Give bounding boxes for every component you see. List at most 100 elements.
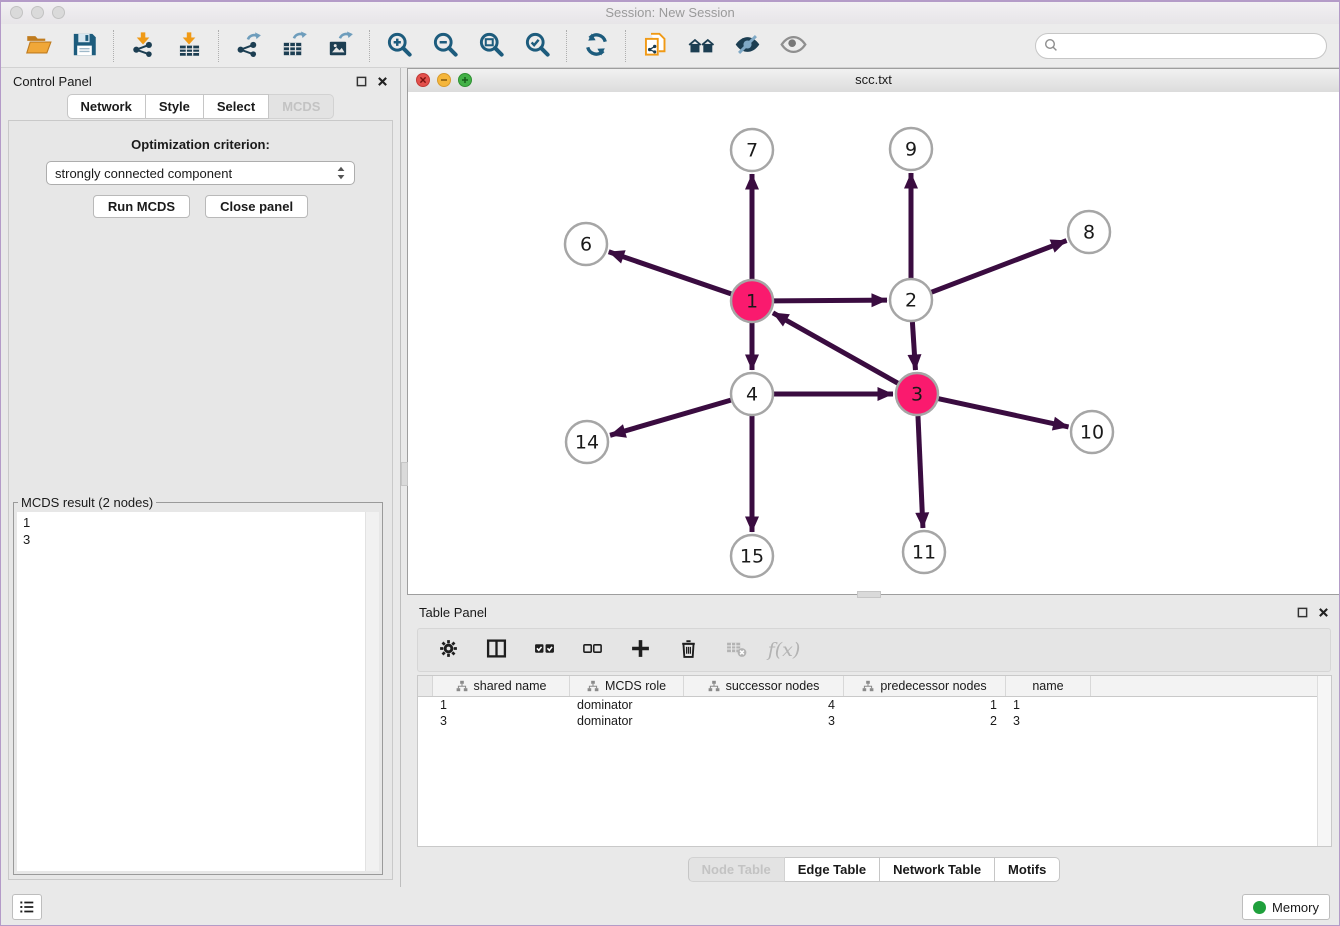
cell-name[interactable]: 1 [1005, 698, 1090, 712]
export-table-button[interactable] [279, 31, 309, 61]
column-type-icon [708, 680, 720, 692]
graph-edge-2-8[interactable] [932, 241, 1067, 293]
zoom-fit-button[interactable] [476, 31, 506, 61]
cell-mcds-role[interactable]: dominator [569, 698, 683, 712]
cell-predecessor-nodes[interactable]: 1 [843, 698, 1005, 712]
zoom-selected-button[interactable] [522, 31, 552, 61]
table-scrollbar[interactable] [1317, 676, 1331, 846]
tab-edge-table[interactable]: Edge Table [785, 857, 880, 882]
table-row[interactable]: 1dominator411 [418, 697, 1331, 713]
column-header-successor-nodes[interactable]: successor nodes [684, 676, 844, 696]
graph-node-15[interactable]: 15 [731, 535, 773, 577]
cell-shared-name[interactable]: 3 [432, 714, 569, 728]
graph-edge-1-2[interactable] [774, 300, 887, 301]
vertical-splitter-grip[interactable] [401, 462, 408, 486]
table-row[interactable]: 3dominator323 [418, 713, 1331, 729]
unselect-all-columns-button[interactable] [580, 638, 604, 662]
svg-text:2: 2 [905, 290, 917, 312]
graph-node-1[interactable]: 1 [731, 280, 773, 322]
graph-edge-2-3[interactable] [912, 322, 915, 370]
column-header-shared-name[interactable]: shared name [433, 676, 570, 696]
network-window-titlebar[interactable]: scc.txt [408, 69, 1339, 93]
graph-node-14[interactable]: 14 [566, 421, 608, 463]
graph-node-4[interactable]: 4 [731, 373, 773, 415]
close-table-panel-icon[interactable] [1318, 607, 1329, 618]
graph-node-11[interactable]: 11 [903, 531, 945, 573]
tab-motifs[interactable]: Motifs [995, 857, 1060, 882]
hide-selected-button[interactable] [732, 31, 762, 61]
graph-node-9[interactable]: 9 [890, 128, 932, 170]
cell-shared-name[interactable]: 1 [432, 698, 569, 712]
graph-node-2[interactable]: 2 [890, 279, 932, 321]
save-session-button[interactable] [69, 31, 99, 61]
horizontal-splitter-grip[interactable] [857, 591, 881, 598]
tab-select[interactable]: Select [204, 94, 269, 119]
create-column-button[interactable] [628, 638, 652, 662]
svg-text:8: 8 [1083, 222, 1095, 244]
open-session-button[interactable] [23, 31, 53, 61]
window-minimize-button[interactable] [31, 6, 44, 19]
criterion-dropdown[interactable]: strongly connected component [46, 161, 355, 185]
tab-node-table[interactable]: Node Table [688, 857, 785, 882]
graph-edge-3-10[interactable] [938, 399, 1068, 427]
graph-node-10[interactable]: 10 [1071, 411, 1113, 453]
delete-columns-button[interactable] [676, 638, 700, 662]
zoom-fit-icon [478, 31, 505, 61]
tab-mcds[interactable]: MCDS [269, 94, 334, 119]
task-history-button[interactable] [12, 894, 42, 920]
graph-node-6[interactable]: 6 [565, 223, 607, 265]
graph-node-8[interactable]: 8 [1068, 211, 1110, 253]
float-table-panel-icon[interactable] [1297, 607, 1308, 618]
window-close-button[interactable] [10, 6, 23, 19]
cell-predecessor-nodes[interactable]: 2 [843, 714, 1005, 728]
column-header-predecessor-nodes[interactable]: predecessor nodes [844, 676, 1006, 696]
open-folder-icon [25, 31, 52, 61]
column-header-name[interactable]: name [1006, 676, 1091, 696]
zoom-out-button[interactable] [430, 31, 460, 61]
zoom-in-button[interactable] [384, 31, 414, 61]
graph-edge-4-14[interactable] [610, 400, 731, 435]
export-network-button[interactable] [233, 31, 263, 61]
network-close-button[interactable] [416, 73, 430, 87]
show-columns-button[interactable] [484, 638, 508, 662]
node-table: shared nameMCDS rolesuccessor nodesprede… [417, 675, 1332, 847]
import-table-button[interactable] [174, 31, 204, 61]
result-scrollbar[interactable] [365, 512, 379, 871]
graph-edge-3-1[interactable] [773, 313, 898, 383]
import-network-button[interactable] [128, 31, 158, 61]
run-mcds-button[interactable]: Run MCDS [93, 195, 190, 218]
memory-button[interactable]: Memory [1242, 894, 1330, 920]
select-all-columns-button[interactable] [532, 638, 556, 662]
graph-node-7[interactable]: 7 [731, 129, 773, 171]
tab-network-table[interactable]: Network Table [880, 857, 995, 882]
tab-network[interactable]: Network [67, 94, 146, 119]
cell-mcds-role[interactable]: dominator [569, 714, 683, 728]
close-panel-button[interactable]: Close panel [205, 195, 308, 218]
column-header-mcds-role[interactable]: MCDS role [570, 676, 684, 696]
graph-edge-3-11[interactable] [918, 416, 923, 528]
search-field [1035, 33, 1327, 59]
network-canvas[interactable]: 7 9 6 8 1 2 4 3 14 10 15 11 [408, 92, 1339, 594]
export-image-button[interactable] [325, 31, 355, 61]
first-neighbors-button[interactable] [686, 31, 716, 61]
table-options-button[interactable] [436, 638, 460, 662]
mcds-result-text[interactable]: 1 3 [17, 512, 379, 550]
apply-layout-button[interactable] [581, 31, 611, 61]
network-maximize-button[interactable] [458, 73, 472, 87]
graph-node-3[interactable]: 3 [896, 373, 938, 415]
cell-successor-nodes[interactable]: 3 [683, 714, 843, 728]
search-input[interactable] [1035, 33, 1327, 59]
table-tabs: Node TableEdge TableNetwork TableMotifs [407, 857, 1340, 882]
show-all-button[interactable] [778, 31, 808, 61]
float-panel-icon[interactable] [356, 76, 367, 87]
cell-successor-nodes[interactable]: 4 [683, 698, 843, 712]
window-zoom-button[interactable] [52, 6, 65, 19]
new-network-from-selection-button[interactable] [640, 31, 670, 61]
graph-edge-1-6[interactable] [609, 252, 731, 294]
network-minimize-button[interactable] [437, 73, 451, 87]
close-panel-icon[interactable] [377, 76, 388, 87]
cell-name[interactable]: 3 [1005, 714, 1090, 728]
tab-style[interactable]: Style [146, 94, 204, 119]
zoom-out-icon [432, 31, 459, 61]
control-panel-title: Control Panel [13, 74, 92, 89]
